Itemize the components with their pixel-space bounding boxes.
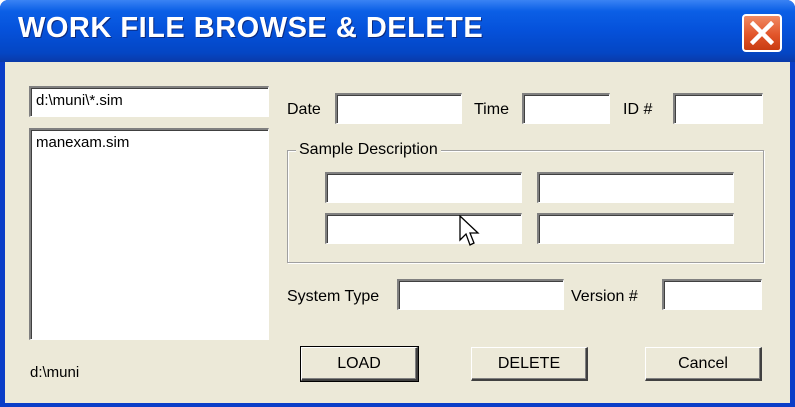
- window-title: WORK FILE BROWSE & DELETE: [18, 12, 484, 44]
- mouse-pointer-icon: [459, 215, 480, 246]
- current-directory: d:\muni: [30, 364, 80, 381]
- date-label: Date: [287, 101, 321, 118]
- cancel-button[interactable]: Cancel: [645, 347, 762, 381]
- time-label: Time: [474, 101, 509, 118]
- id-field[interactable]: [673, 93, 763, 124]
- sample-description-field-1[interactable]: [325, 172, 522, 203]
- delete-button[interactable]: DELETE: [471, 347, 588, 381]
- close-x-icon: [750, 21, 774, 45]
- sample-description-field-4[interactable]: [537, 213, 734, 244]
- date-field[interactable]: [335, 93, 462, 124]
- sample-description-field-3[interactable]: [325, 213, 522, 244]
- dialog-window: WORK FILE BROWSE & DELETE d:\muni\*.sim …: [0, 0, 795, 407]
- file-list-item[interactable]: manexam.sim: [36, 134, 129, 151]
- sample-description-group: [287, 150, 764, 263]
- file-filter-text: d:\muni\*.sim: [36, 92, 123, 109]
- id-label: ID #: [623, 101, 653, 118]
- dialog-body: d:\muni\*.sim manexam.sim d:\muni Date T…: [5, 62, 790, 403]
- sample-description-field-2[interactable]: [537, 172, 734, 203]
- sample-description-label: Sample Description: [296, 141, 441, 159]
- time-field[interactable]: [522, 93, 610, 124]
- file-list[interactable]: manexam.sim: [29, 128, 269, 340]
- version-label: Version #: [571, 288, 638, 305]
- close-button[interactable]: [742, 14, 782, 52]
- file-filter-input[interactable]: d:\muni\*.sim: [29, 86, 269, 117]
- version-field[interactable]: [662, 279, 762, 310]
- system-type-field[interactable]: [397, 279, 564, 310]
- title-bar[interactable]: WORK FILE BROWSE & DELETE: [0, 0, 795, 62]
- window-frame-bottom: [0, 403, 795, 407]
- system-type-label: System Type: [287, 288, 380, 305]
- load-button[interactable]: LOAD: [300, 346, 419, 382]
